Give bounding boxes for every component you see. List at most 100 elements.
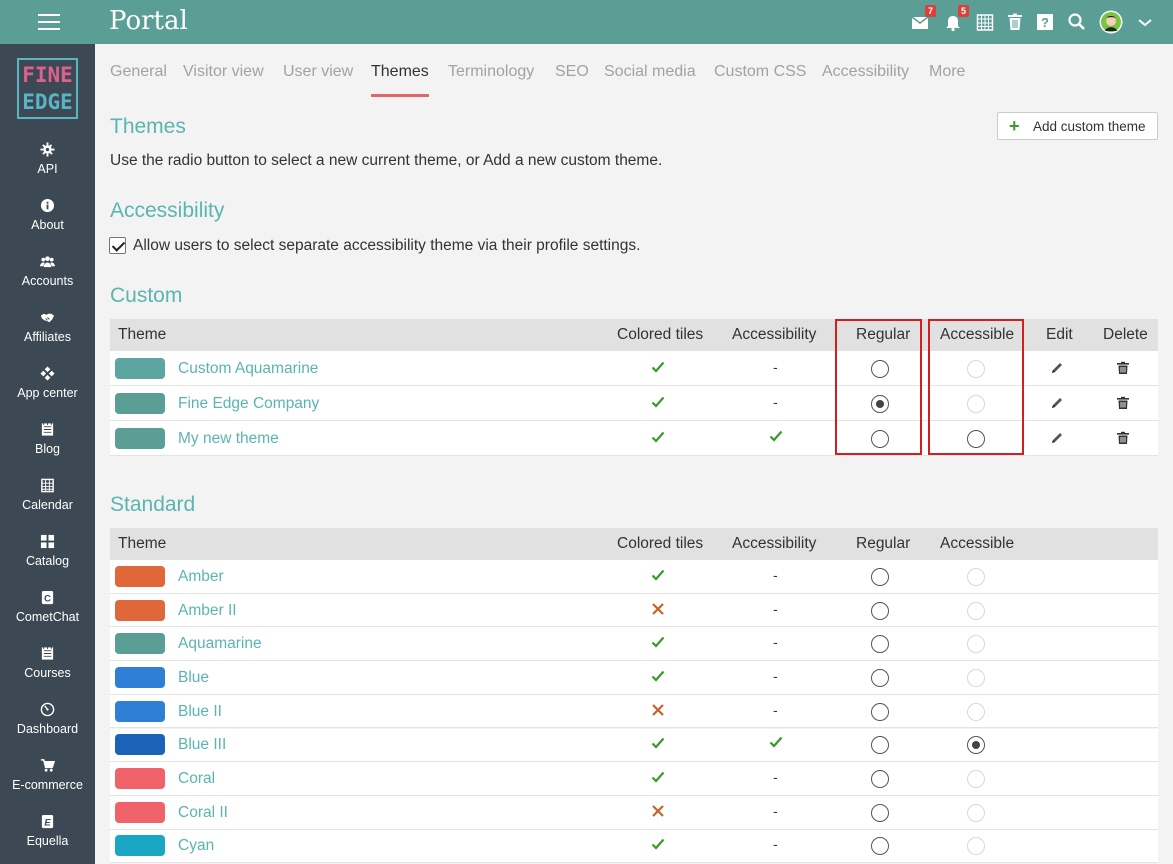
accessibility-mark: - <box>773 600 778 617</box>
tab-seo[interactable]: SEO <box>555 63 589 97</box>
sidebar-item-calendar[interactable]: Calendar <box>0 472 95 528</box>
chevron-down-icon[interactable] <box>1135 12 1155 32</box>
sidebar-item-courses[interactable]: Courses <box>0 640 95 696</box>
regular-radio[interactable] <box>871 736 889 759</box>
accessibility-mark <box>769 735 783 754</box>
sidebar-item-label: Dashboard <box>16 722 79 736</box>
theme-color-swatch <box>115 599 165 621</box>
theme-name-link[interactable]: Cyan <box>178 837 214 855</box>
sidebar-item-label: App center <box>17 386 78 400</box>
search-icon[interactable] <box>1067 12 1087 32</box>
mail-icon[interactable]: 7 <box>910 5 936 32</box>
tab-accessibility[interactable]: Accessibility <box>822 63 909 97</box>
theme-name-link[interactable]: Fine Edge Company <box>178 395 319 413</box>
theme-color-swatch <box>115 801 165 823</box>
sidebar-item-api[interactable]: API <box>0 136 95 192</box>
sidebar-item-e-commerce[interactable]: E-commerce <box>0 752 95 808</box>
regular-radio[interactable] <box>871 702 889 726</box>
help-icon[interactable]: ? <box>1035 12 1055 32</box>
standard-themes-table: Theme Colored tiles Accessibility Regula… <box>110 528 1158 864</box>
themes-description: Use the radio button to select a new cur… <box>110 152 663 169</box>
theme-name-link[interactable]: Blue II <box>178 703 222 721</box>
hamburger-menu-icon[interactable] <box>38 14 60 30</box>
sidebar-item-affiliates[interactable]: Affiliates <box>0 304 95 360</box>
sidebar-item-dashboard[interactable]: Dashboard <box>0 696 95 752</box>
tab-user-view[interactable]: User view <box>283 63 353 97</box>
sidebar-item-label: Blog <box>34 442 61 456</box>
theme-name-link[interactable]: Aquamarine <box>178 635 262 653</box>
table-row: Coral II - <box>110 795 1158 830</box>
sidebar-item-accounts[interactable]: Accounts <box>0 248 95 304</box>
tab-terminology[interactable]: Terminology <box>448 63 534 97</box>
fine-edge-logo[interactable]: FINE EDGE <box>17 58 78 119</box>
delete-trash-icon[interactable] <box>1116 361 1130 380</box>
theme-color-swatch <box>115 633 165 655</box>
theme-color-swatch <box>115 427 165 449</box>
header-delete: Delete <box>1103 326 1148 343</box>
theme-name-link[interactable]: Custom Aquamarine <box>178 360 318 378</box>
theme-name-link[interactable]: Amber II <box>178 602 237 620</box>
colored-tiles-check-icon <box>651 395 665 414</box>
sidebar-item-equella[interactable]: E Equella <box>0 808 95 864</box>
regular-radio[interactable] <box>871 668 889 692</box>
theme-name-link[interactable]: Coral II <box>178 804 228 822</box>
sidebar-item-app-center[interactable]: App center <box>0 360 95 416</box>
sidebar-item-cometchat[interactable]: C CometChat <box>0 584 95 640</box>
standard-table-header: Theme Colored tiles Accessibility Regula… <box>110 528 1158 560</box>
theme-name-link[interactable]: Blue III <box>178 736 226 754</box>
add-custom-theme-button[interactable]: + Add custom theme <box>997 112 1158 140</box>
table-row: Cyan - <box>110 829 1158 864</box>
theme-name-link[interactable]: Amber <box>178 568 224 586</box>
header-regular: Regular <box>856 535 911 552</box>
colored-tiles-check-icon <box>651 837 665 856</box>
avatar[interactable] <box>1099 10 1123 34</box>
sidebar-item-blog[interactable]: Blog <box>0 416 95 472</box>
theme-name-link[interactable]: My new theme <box>178 430 279 448</box>
svg-text:?: ? <box>1041 15 1049 30</box>
tab-visitor-view[interactable]: Visitor view <box>183 63 264 97</box>
sidebar-item-catalog[interactable]: Catalog <box>0 528 95 584</box>
colored-tiles-cross-icon <box>651 602 665 621</box>
theme-color-swatch <box>115 392 165 414</box>
colored-tiles-check-icon <box>651 360 665 379</box>
trash-icon[interactable] <box>1005 12 1025 32</box>
regular-radio[interactable] <box>871 635 889 658</box>
sidebar-item-label: Accounts <box>21 274 74 288</box>
edit-pencil-icon[interactable] <box>1050 431 1064 450</box>
accessible-radio <box>967 601 985 625</box>
accessibility-theme-checkbox[interactable] <box>109 237 126 254</box>
top-bar: Portal 7 5 ? <box>0 0 1173 44</box>
tab-social-media[interactable]: Social media <box>604 63 696 97</box>
theme-name-link[interactable]: Blue <box>178 669 209 687</box>
accessible-radio[interactable] <box>967 736 985 759</box>
regular-radio[interactable] <box>871 601 889 625</box>
accessibility-mark: - <box>773 769 778 786</box>
calendar-grid-icon[interactable] <box>975 12 995 32</box>
accessibility-checkbox-label: Allow users to select separate accessibi… <box>133 237 641 254</box>
sidebar-item-label: E-commerce <box>12 778 83 792</box>
header-theme: Theme <box>118 535 167 552</box>
bell-icon[interactable]: 5 <box>943 5 969 32</box>
accessible-radio <box>967 770 985 793</box>
regular-radio[interactable] <box>871 567 889 591</box>
tab-general[interactable]: General <box>110 63 167 97</box>
accessible-radio <box>967 803 985 827</box>
delete-trash-icon[interactable] <box>1116 431 1130 450</box>
sidebar-item-label: Equella <box>26 834 69 848</box>
accessibility-mark: - <box>773 802 778 819</box>
edit-pencil-icon[interactable] <box>1050 361 1064 380</box>
edit-pencil-icon[interactable] <box>1050 396 1064 415</box>
accessible-radio <box>967 702 985 726</box>
tab-themes[interactable]: Themes <box>371 63 429 97</box>
tab-more[interactable]: More <box>929 63 965 97</box>
regular-radio[interactable] <box>871 770 889 793</box>
theme-name-link[interactable]: Coral <box>178 770 215 788</box>
sidebar-item-about[interactable]: About <box>0 192 95 248</box>
regular-radio[interactable] <box>871 803 889 827</box>
header-edit: Edit <box>1046 326 1073 343</box>
plus-icon: + <box>1009 116 1020 136</box>
regular-radio[interactable] <box>871 837 889 860</box>
accessibility-mark: - <box>773 358 778 375</box>
delete-trash-icon[interactable] <box>1116 396 1130 415</box>
tab-custom-css[interactable]: Custom CSS <box>714 63 806 97</box>
